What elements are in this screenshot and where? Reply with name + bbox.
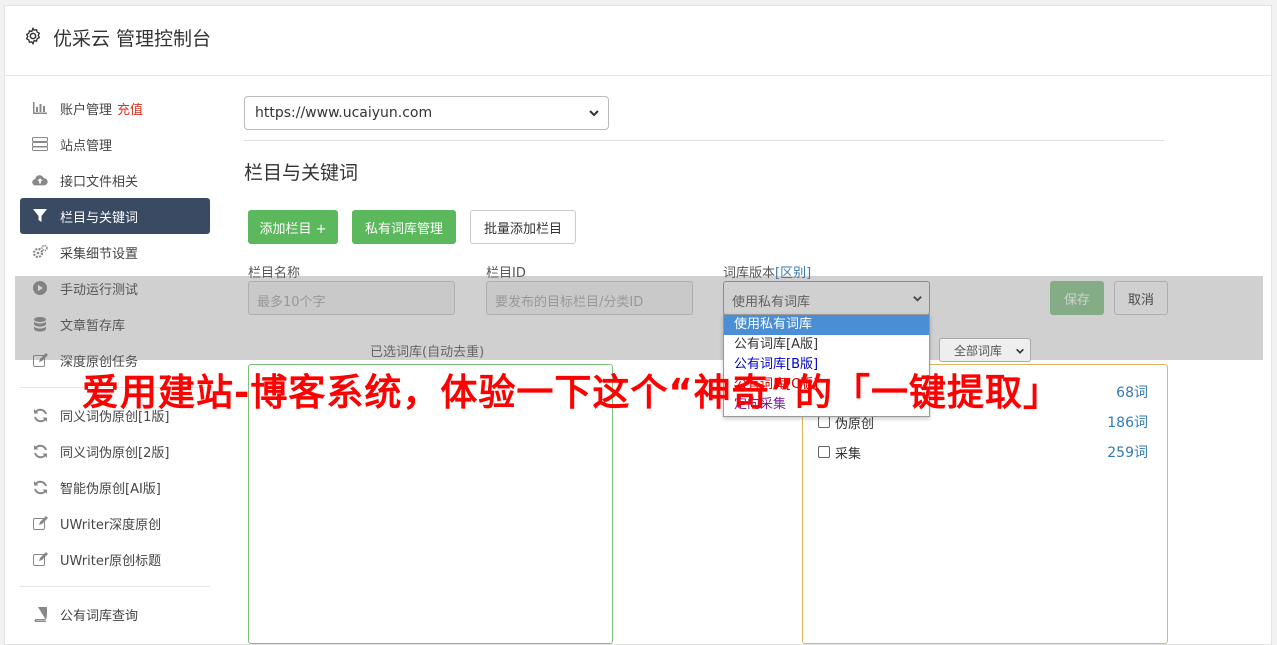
sidebar-item-label: 接口文件相关	[60, 174, 139, 190]
lib-count: 68词	[1116, 385, 1148, 401]
filter-icon	[32, 208, 48, 224]
add-column-button[interactable]: 添加栏目 +	[248, 210, 338, 244]
sidebar-item-public-lib[interactable]: 公有词库查询	[20, 596, 210, 632]
sidebar-item-label: UWriter深度原创	[60, 517, 162, 533]
bar-chart-icon	[32, 100, 48, 116]
sidebar-item-interface[interactable]: 接口文件相关	[20, 162, 210, 198]
divider	[244, 140, 1164, 141]
cloud-upload-icon	[32, 172, 48, 188]
chevron-down-icon	[589, 110, 599, 117]
sidebar-item-label: 公有词库查询	[60, 608, 139, 624]
dropdown-option[interactable]: 使用私有词库	[724, 315, 929, 335]
sidebar: 账户管理 充值 站点管理 接口文件相关 栏目与关键词 采集细节设置 手动运行测试…	[20, 90, 210, 632]
sidebar-item-label: 站点管理	[60, 138, 113, 154]
sidebar-item-ai-rewrite[interactable]: 智能伪原创[AI版]	[20, 469, 210, 505]
sidebar-item-collect-settings[interactable]: 采集细节设置	[20, 234, 210, 270]
sidebar-item-label: 智能伪原创[AI版]	[60, 481, 161, 497]
private-lib-button[interactable]: 私有词库管理	[352, 210, 456, 244]
lib-row[interactable]: 采集 259词	[818, 442, 1148, 462]
site-select-value: https://www.ucaiyun.com	[255, 105, 433, 121]
sidebar-item-sites[interactable]: 站点管理	[20, 126, 210, 162]
sidebar-item-columns[interactable]: 栏目与关键词	[20, 198, 210, 234]
sidebar-item-label: 同义词伪原创[2版]	[60, 445, 170, 461]
recharge-link[interactable]: 充值	[117, 99, 143, 118]
refresh-icon	[32, 443, 48, 459]
sidebar-item-uwriter-deep[interactable]: UWriter深度原创	[20, 505, 210, 541]
sidebar-item-label: 栏目与关键词	[60, 210, 139, 226]
page-title: 优采云 管理控制台	[53, 28, 212, 50]
sidebar-item-label: UWriter原创标题	[60, 553, 162, 569]
sidebar-item-synonym-v2[interactable]: 同义词伪原创[2版]	[20, 433, 210, 469]
edit-icon	[32, 515, 48, 531]
lib-filter-select[interactable]: 全部词库	[939, 338, 1031, 362]
sidebar-item-label: 采集细节设置	[60, 246, 139, 262]
sidebar-item-uwriter-title[interactable]: UWriter原创标题	[20, 541, 210, 577]
sidebar-item-account[interactable]: 账户管理 充值	[20, 90, 210, 126]
lib-count: 186词	[1107, 415, 1148, 431]
cogs-icon	[32, 244, 48, 260]
refresh-icon	[32, 407, 48, 423]
lib-checkbox[interactable]	[818, 446, 830, 458]
edit-icon	[32, 551, 48, 567]
sidebar-divider	[20, 586, 210, 587]
lib-count: 259词	[1107, 445, 1148, 461]
lib-name: 采集	[835, 446, 862, 462]
refresh-icon	[32, 479, 48, 495]
chevron-down-icon	[1016, 348, 1024, 354]
site-select[interactable]: https://www.ucaiyun.com	[244, 96, 609, 130]
banner-caption: 爱用建站-博客系统，体验一下这个“神奇”的「一键提取」	[82, 371, 1061, 414]
section-title: 栏目与关键词	[244, 162, 359, 184]
header: 优采云 管理控制台	[5, 6, 1271, 76]
dropdown-option[interactable]: 公有词库[A版]	[724, 335, 929, 355]
gear-icon	[26, 27, 40, 45]
batch-add-button[interactable]: 批量添加栏目	[470, 210, 576, 244]
server-icon	[32, 136, 48, 152]
lib-filter-value: 全部词库	[954, 344, 1003, 358]
overlay-band	[15, 276, 1263, 360]
selected-lib-label: 已选词库(自动去重)	[370, 345, 485, 360]
sidebar-item-label: 账户管理	[60, 102, 113, 118]
lib-checkbox[interactable]	[818, 416, 830, 428]
book-icon	[32, 606, 48, 622]
